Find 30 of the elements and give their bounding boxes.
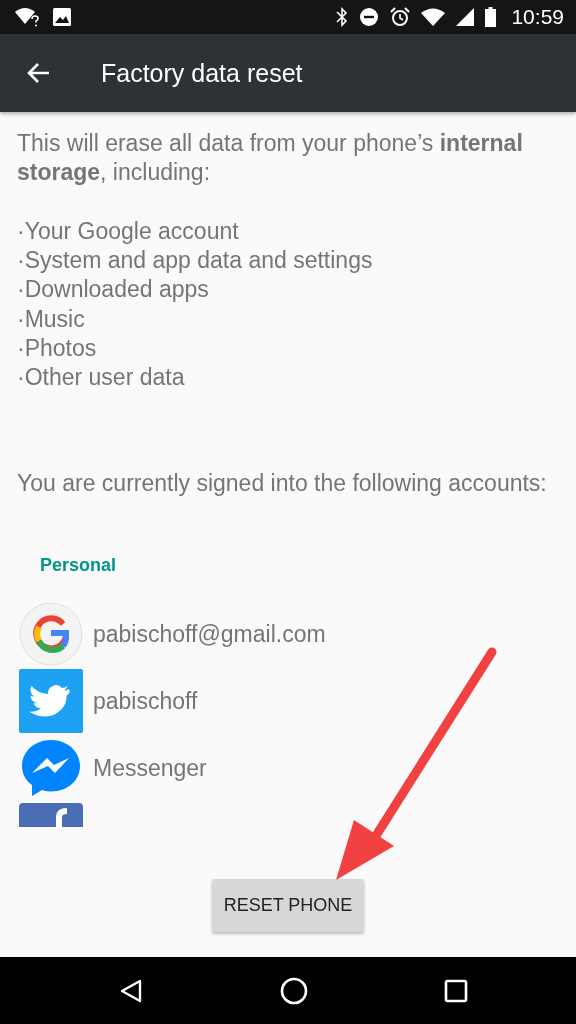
account-name: pabischoff bbox=[93, 687, 198, 717]
toolbar-title: Factory data reset bbox=[101, 58, 303, 88]
google-g-icon bbox=[19, 602, 83, 667]
list-item: ·Photos bbox=[17, 333, 98, 363]
bluetooth-icon bbox=[336, 7, 349, 27]
account-name: Messenger bbox=[93, 754, 207, 784]
back-arrow-icon[interactable] bbox=[27, 61, 51, 85]
wifi-question-icon bbox=[14, 7, 40, 27]
section-header: Personal bbox=[40, 555, 118, 577]
f-logo-icon bbox=[19, 803, 83, 828]
list-item: ·System and app data and settings bbox=[17, 246, 374, 276]
list-item: ·Your Google account bbox=[17, 217, 240, 246]
alarm-icon bbox=[390, 7, 411, 27]
list-item: ·Music bbox=[17, 304, 86, 334]
do-not-disturb-icon bbox=[359, 7, 380, 27]
clock-time: 10:59 bbox=[511, 5, 564, 29]
intro-text: This will erase all data from your phone’s internal storage, including: bbox=[17, 129, 524, 187]
signal-icon bbox=[456, 8, 475, 26]
recents-icon[interactable] bbox=[444, 978, 468, 1003]
wifi-icon bbox=[421, 8, 446, 26]
battery-icon bbox=[485, 7, 497, 27]
back-icon[interactable] bbox=[118, 977, 144, 1004]
home-icon[interactable] bbox=[280, 976, 308, 1005]
accounts-text: You are currently signed into the following accounts: bbox=[17, 469, 548, 499]
list-item: ·Downloaded apps bbox=[17, 275, 210, 305]
account-name: pabischoff@gmail.com bbox=[93, 620, 326, 650]
list-item: ·Other user data bbox=[17, 363, 186, 392]
image-icon bbox=[52, 7, 72, 27]
reset-phone-button[interactable]: RESET PHONE bbox=[211, 879, 365, 932]
bird-icon bbox=[19, 669, 83, 734]
